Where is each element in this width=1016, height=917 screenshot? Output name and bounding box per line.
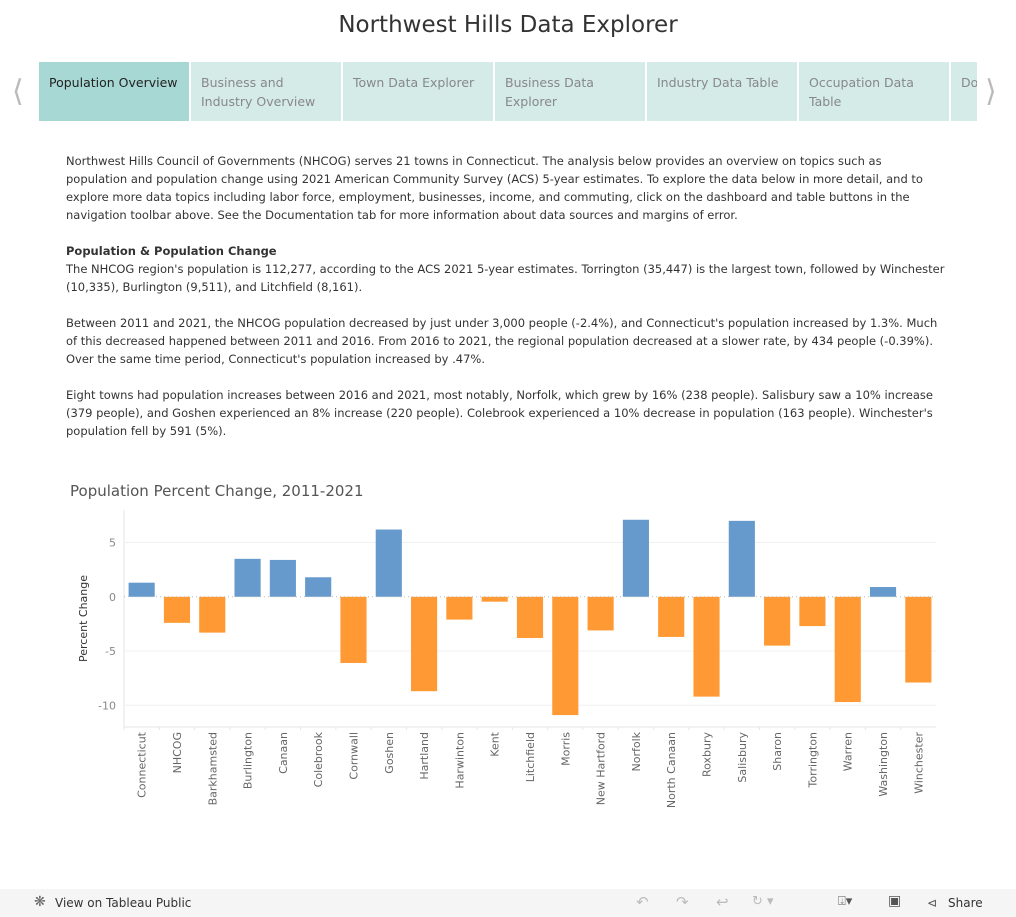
bar[interactable] — [481, 596, 508, 602]
x-tick-label: North Canaan — [665, 732, 678, 808]
bar[interactable] — [834, 596, 861, 703]
paragraph: Eight towns had population increases bet… — [66, 388, 933, 438]
chevron-right-icon[interactable]: ⟩ — [985, 74, 997, 109]
chart-title: Population Percent Change, 2011-2021 — [70, 482, 364, 500]
share-icon[interactable]: ⊲ — [927, 896, 937, 910]
overview-text: Northwest Hills Council of Governments (… — [66, 152, 946, 458]
redo-icon[interactable]: ↷ — [676, 893, 689, 911]
bar-chart: 5 0 -5 -10 Percent Change Connecticut NHCOG Bar… — [77, 510, 936, 808]
view-on-tableau-link[interactable]: View on Tableau Public — [55, 896, 191, 910]
tab-industry-data-table[interactable]: Industry Data Table — [647, 62, 797, 121]
x-tick-label: Morris — [559, 732, 572, 766]
x-tick-label: Canaan — [277, 732, 290, 774]
tableau-logo-icon: ❋ — [34, 894, 46, 910]
x-tick-label: Goshen — [383, 732, 396, 774]
bar[interactable] — [516, 596, 544, 639]
y-tick-label: 5 — [109, 537, 116, 550]
x-tick-label: Winchester — [912, 732, 925, 794]
bar[interactable] — [869, 587, 897, 597]
bar[interactable] — [269, 559, 296, 597]
x-tick-label: Connecticut — [136, 731, 149, 798]
paragraph: Between 2011 and 2021, the NHCOG populat… — [66, 316, 938, 366]
x-tick-label: Norfolk — [630, 731, 643, 771]
bar[interactable] — [728, 520, 755, 597]
y-tick-label: 0 — [109, 591, 116, 604]
navigation-tabs: Population Overview Business and Industr… — [39, 62, 977, 121]
y-axis-label: Percent Change — [77, 575, 90, 662]
tab-occupation-data-table[interactable]: Occupation Data Table — [799, 62, 949, 121]
bar[interactable] — [411, 596, 438, 692]
x-tick-label: Barkhamsted — [206, 732, 219, 805]
bar[interactable] — [587, 596, 614, 631]
chevron-left-icon[interactable]: ⟨ — [12, 74, 24, 109]
x-tick-label: Cornwall — [347, 732, 360, 780]
refresh-icon[interactable]: ↻ ▾ — [752, 894, 774, 909]
bar[interactable] — [693, 596, 720, 697]
bar[interactable] — [128, 582, 155, 597]
x-tick-label: Kent — [489, 731, 502, 756]
tab-town-data-explorer[interactable]: Town Data Explorer — [343, 62, 493, 121]
fullscreen-icon[interactable]: ▣ — [888, 893, 901, 909]
bar[interactable] — [340, 596, 367, 663]
paragraph: The NHCOG region's population is 112,277… — [66, 262, 945, 294]
bar[interactable] — [234, 558, 261, 597]
x-tick-label: Sharon — [771, 732, 784, 771]
x-tick-label: Burlington — [242, 732, 255, 789]
tab-business-data-explorer[interactable]: Business Data Explorer — [495, 62, 645, 121]
toolbar: ❋ View on Tableau Public ↶ ↷ ↩ ↻ ▾ ⍗▾ ▣ … — [0, 889, 1016, 917]
bar[interactable] — [764, 596, 791, 646]
tab-business-industry-overview[interactable]: Business and Industry Overview — [191, 62, 341, 121]
x-tick-label: New Hartford — [595, 732, 608, 805]
intro-paragraph: Northwest Hills Council of Governments (… — [66, 154, 923, 222]
tab-population-overview[interactable]: Population Overview — [39, 62, 189, 121]
x-tick-label: NHCOG — [171, 732, 184, 773]
bar[interactable] — [552, 596, 579, 716]
section-heading: Population & Population Change — [66, 244, 277, 258]
x-tick-label: Harwinton — [453, 732, 466, 789]
x-tick-label: Torrington — [806, 732, 819, 788]
bar[interactable] — [375, 529, 402, 597]
x-tick-label: Salisbury — [736, 732, 749, 783]
share-button[interactable]: Share — [948, 896, 983, 910]
bar[interactable] — [658, 596, 685, 637]
x-tick-label: Litchfield — [524, 732, 537, 782]
bar[interactable] — [622, 519, 649, 597]
y-tick-label: -10 — [98, 699, 116, 712]
x-tick-label: Hartland — [418, 732, 431, 780]
bar[interactable] — [905, 596, 932, 683]
x-tick-label: Roxbury — [701, 732, 714, 778]
bar[interactable] — [163, 596, 191, 623]
undo-icon[interactable]: ↶ — [636, 893, 649, 911]
x-tick-label: Washington — [877, 732, 890, 797]
bar[interactable] — [199, 596, 226, 633]
y-tick-label: -5 — [105, 645, 116, 658]
x-tick-label: Colebrook — [312, 731, 325, 787]
tab-documentation[interactable]: Do — [951, 62, 977, 121]
bar[interactable] — [799, 596, 826, 627]
bar[interactable] — [305, 577, 332, 597]
revert-icon[interactable]: ↩ — [716, 893, 729, 911]
bar[interactable] — [446, 596, 473, 620]
page-title: Northwest Hills Data Explorer — [338, 12, 678, 38]
x-tick-label: Warren — [842, 732, 855, 771]
download-icon[interactable]: ⍗▾ — [838, 894, 852, 909]
